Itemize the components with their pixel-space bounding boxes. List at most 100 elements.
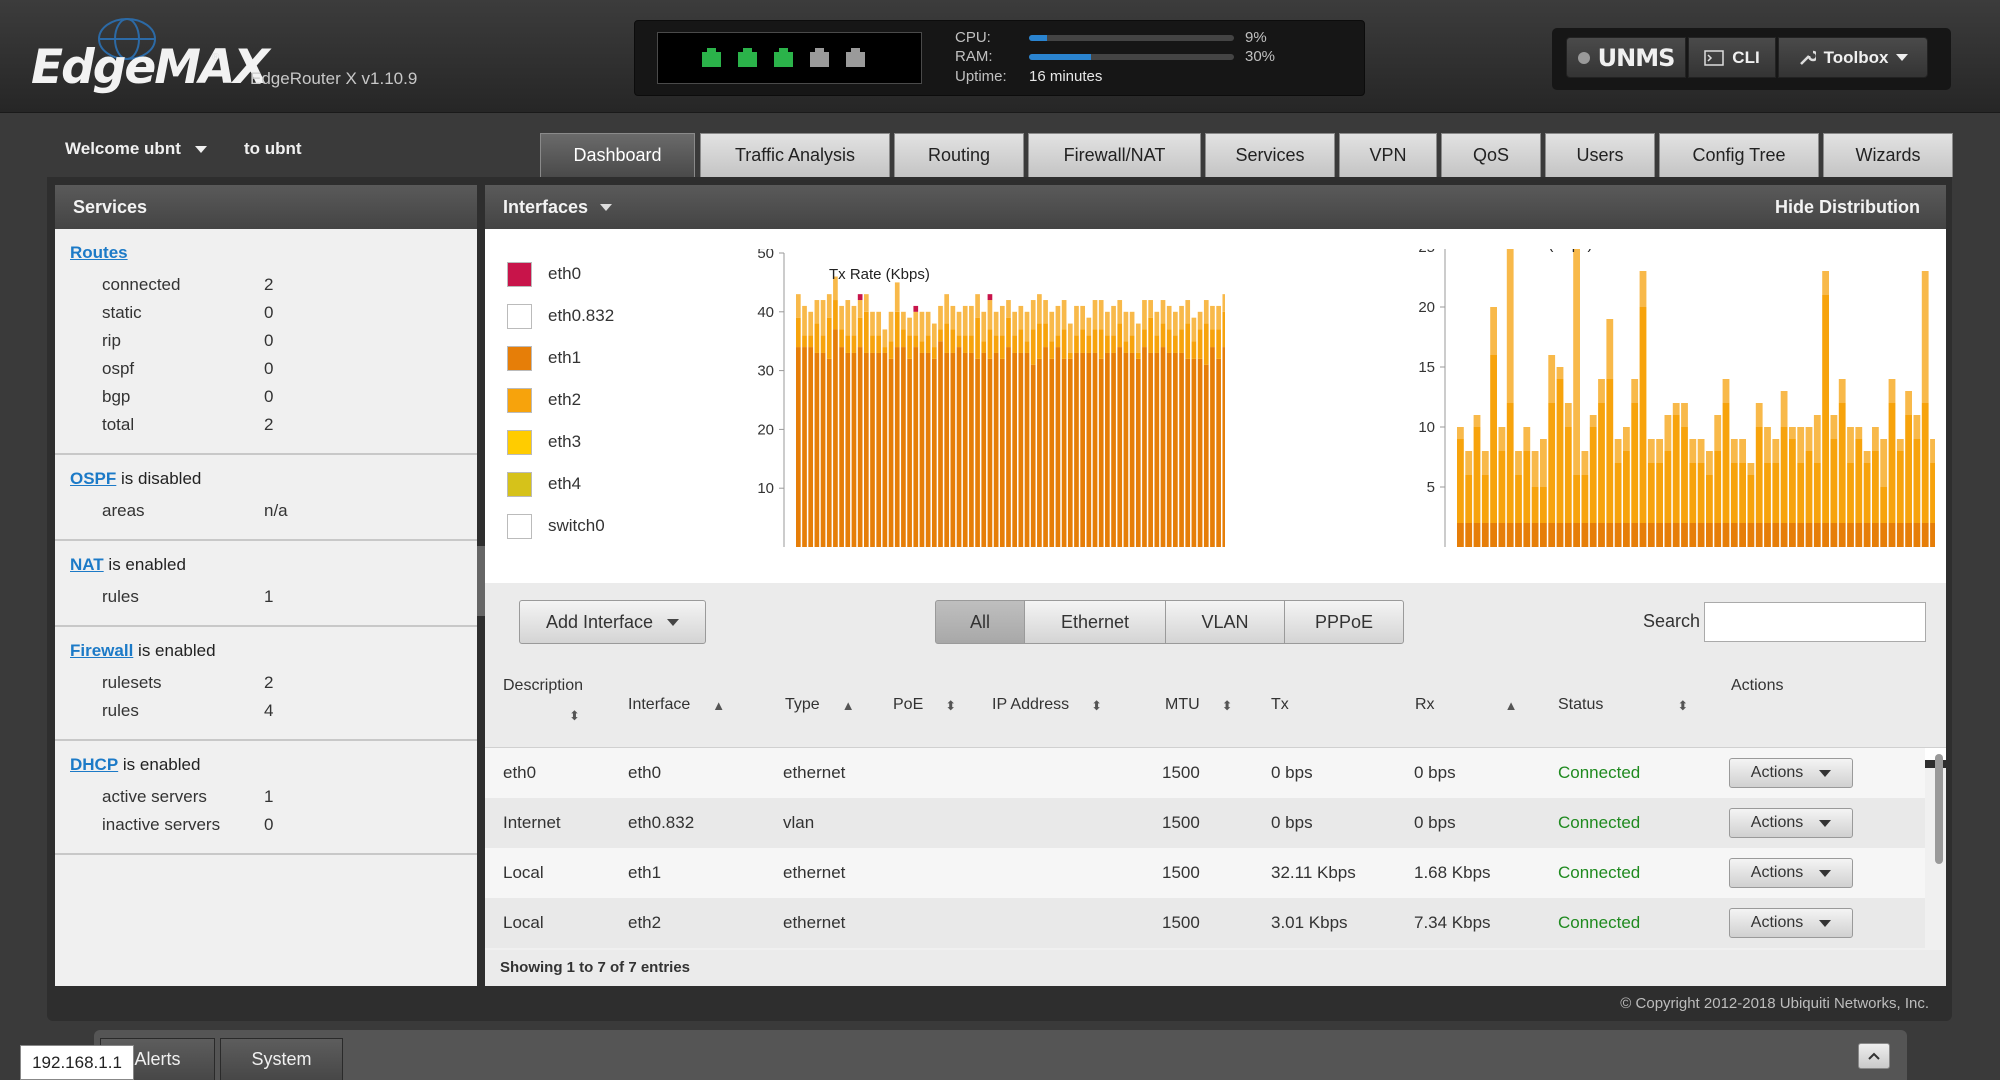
nat-link[interactable]: NAT (70, 555, 104, 574)
bar-eth1 (1086, 352, 1092, 547)
legend-item[interactable]: eth3 (507, 421, 614, 463)
bar-eth2 (1697, 463, 1705, 523)
actions-button[interactable]: Actions (1729, 758, 1853, 788)
legend-item[interactable]: eth1 (507, 337, 614, 379)
actions-button[interactable]: Actions (1729, 808, 1853, 838)
actions-button[interactable]: Actions (1729, 858, 1853, 888)
tab-vpn[interactable]: VPN (1339, 133, 1437, 177)
bar-eth1 (1129, 352, 1135, 547)
port-eth4-icon[interactable] (846, 48, 865, 67)
tab-wizards[interactable]: Wizards (1823, 133, 1953, 177)
hide-distribution-link[interactable]: Hide Distribution (1775, 197, 1920, 218)
legend-item[interactable]: switch0 (507, 505, 614, 547)
bar-eth2 (956, 335, 962, 348)
tab-users[interactable]: Users (1545, 133, 1655, 177)
bar-eth3 (1880, 439, 1888, 487)
bar-eth1 (1191, 358, 1197, 547)
tab-firewall-nat[interactable]: Firewall/NAT (1028, 133, 1201, 177)
bar-eth1 (1896, 523, 1904, 547)
legend-swatch (507, 387, 532, 413)
tab-traffic-analysis[interactable]: Traffic Analysis (700, 133, 890, 177)
bar-eth2 (888, 341, 894, 359)
port-eth1-icon[interactable] (738, 48, 757, 67)
port-eth0-icon[interactable] (702, 48, 721, 67)
tab-system[interactable]: System (220, 1038, 343, 1080)
bar-eth2 (1498, 451, 1506, 523)
bar-eth2 (1540, 487, 1547, 523)
bar-eth2 (1067, 352, 1073, 359)
tab-services[interactable]: Services (1205, 133, 1335, 177)
bar-eth3 (925, 311, 931, 336)
interfaces-menu[interactable]: Interfaces (503, 197, 613, 218)
bar-eth3 (1614, 439, 1622, 463)
cpu-percent: 9% (1245, 29, 1267, 46)
bar-eth1 (1490, 523, 1497, 547)
bar-eth1 (826, 358, 832, 547)
port-eth3-icon[interactable] (810, 48, 829, 67)
unms-label: UNMS (1597, 43, 1676, 72)
bar-eth2 (975, 317, 980, 359)
bar-eth2 (1772, 463, 1780, 523)
bar-eth1 (1647, 523, 1655, 547)
bar-eth3 (1531, 451, 1539, 487)
top-tools: UNMS CLI Toolbox (1552, 28, 1951, 90)
bar-eth1 (1573, 523, 1580, 547)
bar-eth1 (1614, 523, 1622, 547)
tab-config-tree[interactable]: Config Tree (1659, 133, 1819, 177)
status-panel: CPU: 9% RAM: 30% Uptime: 16 minutes (634, 20, 1365, 96)
bar-eth1 (1797, 523, 1805, 547)
bar-eth1 (802, 347, 807, 547)
bar-eth1 (1473, 523, 1481, 547)
bar-eth1 (808, 347, 814, 547)
bar-eth2 (1092, 329, 1098, 353)
bar-eth3 (1805, 427, 1813, 451)
legend-item[interactable]: eth0.832 (507, 295, 614, 337)
tab-dashboard[interactable]: Dashboard (540, 133, 695, 177)
bar-eth3 (1515, 451, 1522, 475)
firewall-link[interactable]: Firewall (70, 641, 133, 660)
bar-eth2 (1473, 427, 1481, 523)
bar-eth3 (975, 294, 980, 318)
bar-eth2 (1780, 427, 1788, 523)
chevron-down-icon (1819, 769, 1832, 777)
user-menu[interactable]: Welcome ubnt (65, 139, 207, 159)
bar-eth2 (1037, 323, 1042, 359)
distribution-splitter[interactable] (485, 760, 1946, 768)
tab-routing[interactable]: Routing (894, 133, 1024, 177)
bar-eth2 (1117, 323, 1123, 348)
port-eth2-icon[interactable] (774, 48, 793, 67)
ospf-link[interactable]: OSPF (70, 469, 116, 488)
bar-eth1 (1730, 523, 1738, 547)
bar-eth3 (1930, 439, 1935, 463)
bar-eth3 (962, 305, 968, 336)
bar-eth3 (1714, 415, 1722, 451)
cli-button[interactable]: CLI (1688, 37, 1776, 78)
legend-item[interactable]: eth4 (507, 463, 614, 505)
chevron-up-icon (1868, 1052, 1880, 1060)
chevron-down-icon (1819, 819, 1832, 827)
bar-eth2 (1739, 463, 1746, 523)
bar-eth3 (1672, 403, 1680, 415)
dhcp-link[interactable]: DHCP (70, 755, 118, 774)
bar-eth3 (851, 305, 857, 336)
legend-item[interactable]: eth2 (507, 379, 614, 421)
actions-button[interactable]: Actions (1729, 908, 1853, 938)
bar-eth1 (950, 352, 956, 547)
bar-eth3 (1896, 439, 1904, 451)
bar-eth3 (1631, 379, 1639, 403)
expand-dock-button[interactable] (1858, 1043, 1890, 1069)
bar-eth3 (796, 294, 801, 318)
bar-eth3 (1797, 427, 1805, 463)
tab-qos[interactable]: QoS (1441, 133, 1541, 177)
toolbox-button[interactable]: Toolbox (1778, 37, 1928, 78)
routes-link[interactable]: Routes (70, 243, 128, 262)
bar-eth1 (1556, 523, 1564, 547)
bar-eth2 (1896, 451, 1904, 523)
bar-eth1 (1457, 523, 1464, 547)
bar-eth1 (1847, 523, 1854, 547)
routes-total-row: total 2 (102, 415, 274, 434)
legend-item[interactable]: eth0 (507, 253, 614, 295)
unms-button[interactable]: UNMS (1566, 37, 1686, 78)
panel-splitter[interactable] (477, 185, 485, 986)
bar-eth3 (1030, 300, 1036, 330)
